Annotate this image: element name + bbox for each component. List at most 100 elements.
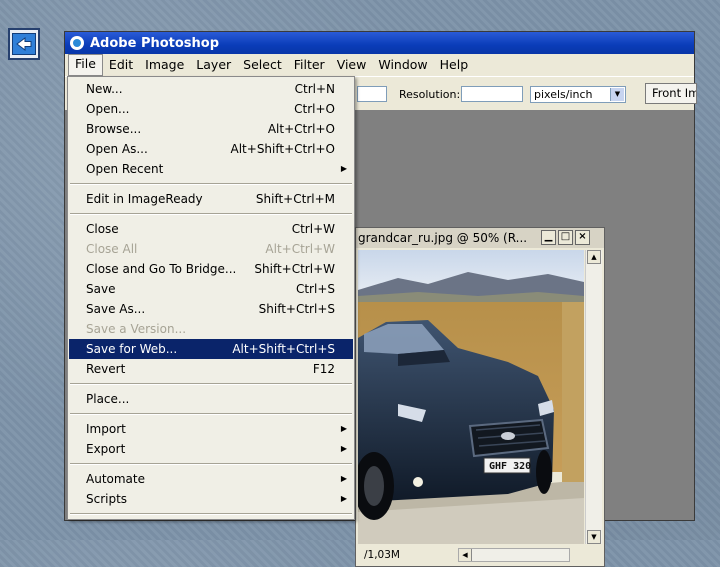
menu-item-label: Open Recent [86,162,164,176]
menu-item-label: Open As... [86,142,148,156]
menu-item-label: Export [86,442,126,456]
scroll-left-icon[interactable]: ◀ [459,549,472,561]
menu-item-edit-in-imageready[interactable]: Edit in ImageReady Shift+Ctrl+M [69,189,353,209]
menu-select[interactable]: Select [237,55,288,75]
menu-item-shortcut: Alt+Shift+Ctrl+S [232,342,335,356]
horizontal-scrollbar[interactable]: ◀ [458,548,570,562]
menu-item-shortcut: Shift+Ctrl+W [254,262,335,276]
dropdown-arrow-icon: ▼ [610,88,624,101]
submenu-arrow-icon: ▶ [340,444,347,453]
menu-item-import[interactable]: Import ▶ [69,419,353,439]
menu-item-label: Save a Version... [86,322,187,336]
menu-item-shortcut: Shift+Ctrl+S [258,302,335,316]
menu-item-scripts[interactable]: Scripts ▶ [69,489,353,509]
submenu-arrow-icon: ▶ [340,474,347,483]
maximize-button[interactable]: □ [558,230,573,245]
menu-separator [70,513,352,515]
menu-item-label: Close and Go To Bridge... [86,262,237,276]
menu-item-label: Open... [86,102,130,116]
submenu-arrow-icon: ▶ [340,164,347,173]
title-bar: Adobe Photoshop [65,32,694,54]
menu-item-label: Scripts [86,492,128,506]
menu-item-revert[interactable]: Revert F12 [69,359,353,379]
scroll-up-icon[interactable]: ▲ [587,250,601,264]
menu-item-label: Close All [86,242,138,256]
menu-item-label: Browse... [86,122,142,136]
menu-window[interactable]: Window [372,55,433,75]
menu-layer[interactable]: Layer [190,55,237,75]
menu-item-shortcut: F12 [312,362,335,376]
menu-image[interactable]: Image [139,55,190,75]
menu-item-open-as[interactable]: Open As... Alt+Shift+Ctrl+O [69,139,353,159]
menu-item-automate[interactable]: Automate ▶ [69,469,353,489]
menu-item-label: Close [86,222,119,236]
resolution-unit-select[interactable]: pixels/inch ▼ [530,86,626,103]
license-plate: GHF 320 [489,461,531,472]
menu-item-browse[interactable]: Browse... Alt+Ctrl+O [69,119,353,139]
menu-separator [70,383,352,385]
document-window: grandcar_ru.jpg @ 50% (R... ▁ □ × GHF 32… [355,227,605,567]
menu-edit[interactable]: Edit [103,55,139,75]
menu-item-close-all: Close All Alt+Ctrl+W [69,239,353,259]
menu-item-save-as[interactable]: Save As... Shift+Ctrl+S [69,299,353,319]
menu-bar: File Edit Image Layer Select Filter View… [65,54,694,76]
document-status-bar: /1,03M ◀ [358,546,602,564]
menu-item-shortcut: Ctrl+N [294,82,335,96]
menu-item-label: Edit in ImageReady [86,192,203,206]
menu-separator [70,463,352,465]
close-button[interactable]: × [575,230,590,245]
menu-item-label: Save [86,282,116,296]
resolution-field[interactable] [461,86,523,102]
car-photo: GHF 320 [358,250,584,544]
menu-item-label: Place... [86,392,130,406]
vertical-scrollbar[interactable]: ▲ ▼ [585,250,602,544]
menu-item-shortcut: Ctrl+O [294,102,335,116]
file-menu: New... Ctrl+N Open... Ctrl+O Browse... Alt+Ct… [67,76,355,520]
image-canvas[interactable]: GHF 320 [358,250,584,544]
menu-item-close-and-go-to-bridge[interactable]: Close and Go To Bridge... Shift+Ctrl+W [69,259,353,279]
minimize-button[interactable]: ▁ [541,230,556,245]
menu-item-shortcut: Alt+Ctrl+O [267,122,335,136]
menu-item-open-recent[interactable]: Open Recent ▶ [69,159,353,179]
photoshop-app-icon [70,36,84,50]
maximize-icon: □ [560,231,571,242]
document-size: /1,03M [364,549,400,561]
menu-item-shortcut: Ctrl+W [291,222,335,236]
close-icon: × [578,231,587,242]
minimize-icon: ▁ [544,231,553,242]
back-button[interactable] [8,28,40,60]
menu-help[interactable]: Help [434,55,475,75]
menu-item-shortcut: Alt+Shift+Ctrl+O [230,142,335,156]
menu-separator [70,413,352,415]
submenu-arrow-icon: ▶ [340,494,347,503]
height-field[interactable] [357,86,387,102]
menu-item-save-a-version: Save a Version... [69,319,353,339]
menu-item-shortcut: Alt+Ctrl+W [265,242,335,256]
menu-item-place[interactable]: Place... [69,389,353,409]
menu-item-close[interactable]: Close Ctrl+W [69,219,353,239]
front-image-button[interactable]: Front Image [645,83,697,104]
menu-item-open[interactable]: Open... Ctrl+O [69,99,353,119]
menu-separator [70,183,352,185]
menu-item-save-for-web[interactable]: Save for Web... Alt+Shift+Ctrl+S [69,339,353,359]
menu-item-export[interactable]: Export ▶ [69,439,353,459]
menu-item-shortcut: Shift+Ctrl+M [255,192,335,206]
menu-item-label: New... [86,82,123,96]
menu-file[interactable]: File [68,54,103,76]
menu-separator [70,213,352,215]
menu-filter[interactable]: Filter [288,55,331,75]
back-arrow-icon [12,33,36,55]
resolution-unit-value: pixels/inch [534,88,593,101]
menu-view[interactable]: View [331,55,373,75]
window-title: Adobe Photoshop [90,35,220,51]
resolution-label: Resolution: [399,88,461,101]
scroll-down-icon[interactable]: ▼ [587,530,601,544]
menu-item-new[interactable]: New... Ctrl+N [69,79,353,99]
menu-item-label: Automate [86,472,145,486]
menu-item-label: Revert [86,362,126,376]
menu-item-shortcut: Ctrl+S [295,282,335,296]
menu-item-label: Save for Web... [86,342,178,356]
menu-item-label: Import [86,422,126,436]
menu-item-label: Save As... [86,302,146,316]
menu-item-save[interactable]: Save Ctrl+S [69,279,353,299]
